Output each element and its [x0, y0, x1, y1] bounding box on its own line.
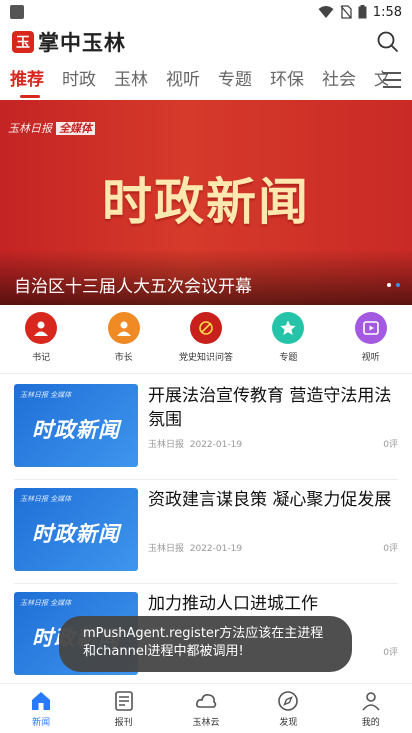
person-icon	[25, 312, 58, 344]
news-item[interactable]: 玉林日报 全媒体 时政新闻 开展法治宣传教育 营造守法用法氛围 玉林日报 2022-0…	[14, 374, 398, 480]
app-title: 掌中玉林	[38, 31, 126, 55]
star-icon	[272, 312, 305, 344]
status-time: 1:58	[372, 4, 402, 20]
quick-link-4[interactable]: 视听	[331, 312, 411, 368]
newspaper-icon	[112, 689, 136, 713]
news-date: 2022-01-19	[189, 544, 243, 554]
person-icon	[107, 312, 140, 344]
banner-brand: 玉林日报 全媒体	[8, 120, 95, 136]
tab-1[interactable]: 时政	[62, 62, 105, 98]
news-source: 玉林日报	[148, 544, 185, 554]
nav-item-2[interactable]: 玉林云	[171, 684, 241, 733]
comment-count: 0评	[383, 544, 398, 554]
news-thumbnail: 玉林日报 全媒体时政新闻	[14, 384, 138, 467]
nav-item-1[interactable]: 报刊	[89, 684, 159, 733]
news-thumbnail: 玉林日报 全媒体时政新闻	[14, 488, 138, 571]
cloud-icon	[194, 689, 218, 713]
logo-mark: 玉	[12, 31, 34, 53]
quick-link-2[interactable]: 党史知识问答	[166, 312, 246, 368]
tab-6[interactable]: 社会	[322, 62, 365, 98]
tab-0[interactable]: 推荐	[10, 62, 53, 98]
party-emblem-icon	[189, 312, 222, 344]
nav-item-4[interactable]: 我的	[336, 684, 406, 733]
battery-icon	[358, 5, 367, 19]
banner-carousel[interactable]: 玉林日报 全媒体 时政新闻 自治区十三届人大五次会议开幕	[0, 100, 412, 305]
toast-line-1: mPushAgent.register方法应该在主进程	[83, 626, 324, 641]
quick-link-label: 专题	[279, 353, 298, 363]
no-sim-icon	[340, 5, 352, 19]
news-source: 玉林日报	[148, 440, 185, 450]
video-icon	[354, 312, 387, 344]
tab-4[interactable]: 专题	[218, 62, 261, 98]
comment-count: 0评	[383, 648, 398, 658]
quick-links: 书记 市长 党史知识问答 专题 视听	[0, 312, 412, 368]
quick-link-0[interactable]: 书记	[1, 312, 81, 368]
news-item[interactable]: 玉林日报 全媒体 时政新闻 资政建言谋良策 凝心聚力促发展 玉林日报 2022-01-…	[14, 478, 398, 584]
carousel-indicator	[387, 283, 400, 287]
news-title: 加力推动人口进城工作	[148, 594, 318, 614]
carousel-dot-active	[396, 283, 400, 287]
quick-link-label: 书记	[32, 353, 51, 363]
comment-count: 0评	[383, 440, 398, 450]
quick-link-label: 市长	[114, 353, 133, 363]
quick-link-label: 视听	[361, 353, 380, 363]
thumbnail-title: 时政新闻	[32, 418, 120, 442]
toast-message: mPushAgent.register方法应该在主进程 和channel进程中都…	[59, 616, 352, 672]
home-icon	[29, 689, 53, 713]
carousel-dot	[387, 283, 391, 287]
nav-label: 新闻	[32, 718, 51, 728]
nav-label: 报刊	[114, 718, 133, 728]
thumbnail-brand: 玉林日报 全媒体	[20, 391, 72, 399]
thumbnail-brand: 玉林日报 全媒体	[20, 495, 72, 503]
status-bar: 1:58	[0, 0, 412, 24]
wifi-icon	[318, 6, 334, 18]
nav-label: 发现	[279, 718, 298, 728]
tab-2[interactable]: 玉林	[114, 62, 157, 98]
quick-link-3[interactable]: 专题	[248, 312, 328, 368]
news-title: 开展法治宣传教育 营造守法用法氛围	[148, 386, 392, 430]
toast-line-2: 和channel进程中都被调用!	[83, 644, 244, 659]
nav-label: 我的	[361, 718, 380, 728]
news-date: 2022-01-19	[189, 440, 243, 450]
quick-link-1[interactable]: 市长	[84, 312, 164, 368]
bottom-navigation: 新闻 报刊 玉林云 发现 我的	[0, 683, 412, 733]
app-header: 玉 掌中玉林	[0, 24, 412, 60]
tab-5[interactable]: 环保	[270, 62, 313, 98]
news-title: 资政建言谋良策 凝心聚力促发展	[148, 490, 392, 510]
user-icon	[359, 689, 383, 713]
news-meta: 玉林日报 2022-01-19	[148, 437, 242, 450]
compass-icon	[276, 689, 300, 713]
nav-item-3[interactable]: 发现	[253, 684, 323, 733]
thumbnail-brand: 玉林日报 全媒体	[20, 599, 72, 607]
tab-3[interactable]: 视听	[166, 62, 209, 98]
app-logo: 玉 掌中玉林	[12, 27, 126, 57]
banner-badge: 全媒体	[56, 122, 95, 135]
nav-label: 玉林云	[192, 718, 220, 728]
menu-icon[interactable]	[382, 71, 402, 89]
thumbnail-title: 时政新闻	[32, 522, 120, 546]
news-meta: 玉林日报 2022-01-19	[148, 541, 242, 554]
quick-link-label: 党史知识问答	[178, 353, 233, 363]
category-tabs: 推荐 时政 玉林 视听 专题 环保 社会文	[0, 62, 412, 100]
notification-icon	[10, 5, 24, 19]
banner-caption: 自治区十三届人大五次会议开幕	[14, 277, 252, 297]
banner-title: 时政新闻	[102, 173, 310, 231]
nav-item-0[interactable]: 新闻	[6, 684, 76, 733]
search-icon[interactable]	[376, 30, 400, 54]
